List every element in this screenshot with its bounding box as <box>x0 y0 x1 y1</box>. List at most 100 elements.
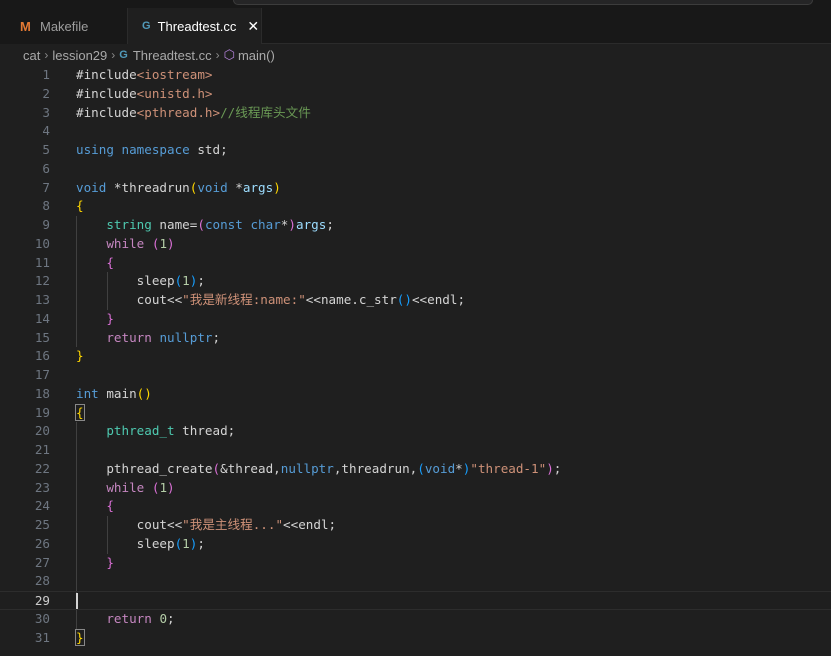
code-token: } <box>106 554 114 570</box>
breadcrumb-file[interactable]: Threadtest.cc <box>133 48 212 63</box>
code-token: "thread-1" <box>470 460 547 476</box>
tab-label: Threadtest.cc <box>157 18 237 34</box>
breadcrumb-folder-cat[interactable]: cat <box>23 48 40 63</box>
code-token: args <box>295 217 327 232</box>
line-number: 13 <box>34 292 50 307</box>
code-token: } <box>76 348 84 364</box>
code-token: * <box>455 460 463 476</box>
line-number: 18 <box>34 385 50 401</box>
code-line[interactable]: 16} <box>0 347 831 366</box>
line-number: 3 <box>42 104 50 120</box>
code-line[interactable]: 8{ <box>0 197 831 216</box>
code-line[interactable]: 25 cout<<"我是主线程..."<<endl; <box>0 516 831 535</box>
code-line[interactable]: 20 pthread_t thread; <box>0 422 831 441</box>
code-text: sleep(1); <box>76 272 205 291</box>
code-token: ) <box>167 479 175 495</box>
code-line[interactable]: 7 void *threadrun(void *args) <box>0 179 831 198</box>
code-line[interactable]: 3 #include<pthread.h>//线程库头文件 <box>0 104 831 123</box>
code-token: ) <box>288 217 296 232</box>
code-line[interactable]: 15 return nullptr; <box>0 328 831 348</box>
code-text: #include<pthread.h>//线程库头文件 <box>76 104 311 123</box>
code-line[interactable]: 23 while (1) <box>0 478 831 498</box>
code-line[interactable]: 13 cout<<"我是新线程:name:"<<name.c_str()<<en… <box>0 291 831 310</box>
code-line[interactable]: 26 sleep(1); <box>0 534 831 554</box>
code-line[interactable]: 1 #include<iostream> <box>0 66 831 85</box>
code-line[interactable]: 18 int main() <box>0 385 831 404</box>
breadcrumb-symbol[interactable]: main() <box>238 48 275 63</box>
tab-threadtest[interactable]: G Threadtest.cc ✕ <box>128 8 262 44</box>
code-token: pthread_create <box>76 460 213 476</box>
code-text: #include<unistd.h> <box>76 85 213 104</box>
code-token: "我是新线程:name:" <box>182 292 306 307</box>
code-line[interactable]: 9 string name=(const char*)args; <box>0 216 831 235</box>
code-token: ( <box>212 460 221 476</box>
code-token: main <box>98 385 137 401</box>
code-text: { <box>75 403 85 423</box>
code-line[interactable]: 6 <box>0 160 831 179</box>
code-line[interactable]: 21 <box>0 441 831 460</box>
code-line[interactable]: 2 #include<unistd.h> <box>0 85 831 104</box>
code-line[interactable]: 11 { <box>0 253 831 273</box>
code-token: using <box>76 142 114 157</box>
code-line[interactable]: 10 while (1) <box>0 234 831 254</box>
code-text: } <box>76 310 114 329</box>
command-center[interactable] <box>233 0 813 5</box>
code-token: ( <box>417 460 425 476</box>
line-number: 16 <box>34 348 50 364</box>
code-line[interactable]: 29 <box>0 591 831 610</box>
line-number: 5 <box>42 142 50 157</box>
code-line[interactable]: 14 } <box>0 309 831 329</box>
code-line[interactable]: 22 pthread_create(&thread,nullptr,thread… <box>0 459 831 479</box>
code-token: 1 <box>182 535 190 551</box>
code-token: 1 <box>159 235 168 251</box>
line-number: 30 <box>34 610 50 626</box>
code-editor[interactable]: 1 #include<iostream> 2 #include<unistd.h> 3 #… <box>0 66 831 656</box>
tab-label: Makefile <box>40 18 89 34</box>
code-text: int main() <box>76 385 152 404</box>
tab-makefile[interactable]: M Makefile <box>0 8 128 44</box>
code-text: while (1) <box>76 235 174 254</box>
code-text: sleep(1); <box>76 535 205 554</box>
code-token: #include <box>76 85 137 101</box>
code-line[interactable]: 4 <box>0 122 831 141</box>
code-line[interactable]: 5 using namespace std; <box>0 141 831 160</box>
code-line[interactable]: 17 <box>0 366 831 385</box>
cpp-file-icon: G <box>119 49 128 61</box>
code-token: ( <box>197 217 205 232</box>
code-text: { <box>76 197 84 216</box>
code-text: pthread_create(&thread,nullptr,threadrun… <box>76 460 561 479</box>
indent-guide <box>76 441 77 460</box>
code-line[interactable]: 27 } <box>0 553 831 573</box>
breadcrumb-folder-lession29[interactable]: lession29 <box>52 48 107 63</box>
code-token: <<endl; <box>411 292 466 307</box>
close-icon[interactable]: ✕ <box>245 18 261 35</box>
code-token: return <box>106 329 152 345</box>
code-line[interactable]: 28 <box>0 572 831 591</box>
code-text: { <box>76 497 114 516</box>
code-line[interactable]: 30 return 0; <box>0 609 831 629</box>
code-token: args <box>242 179 274 195</box>
code-token: cout<< <box>76 292 183 307</box>
code-line[interactable]: 12 sleep(1); <box>0 272 831 291</box>
code-token: cout<< <box>76 517 183 532</box>
code-text: while (1) <box>76 479 175 498</box>
code-line[interactable]: 31} <box>0 628 831 648</box>
line-number: 14 <box>34 310 50 326</box>
code-line[interactable]: 19 { <box>0 403 831 423</box>
code-token: nullptr <box>280 460 334 476</box>
makefile-icon: M <box>20 18 31 34</box>
line-number: 11 <box>34 254 50 270</box>
code-token: ) <box>546 460 554 476</box>
code-text: } <box>75 628 85 648</box>
text-cursor <box>76 593 78 609</box>
code-token: int <box>76 385 99 401</box>
code-line[interactable]: 24 { <box>0 497 831 516</box>
